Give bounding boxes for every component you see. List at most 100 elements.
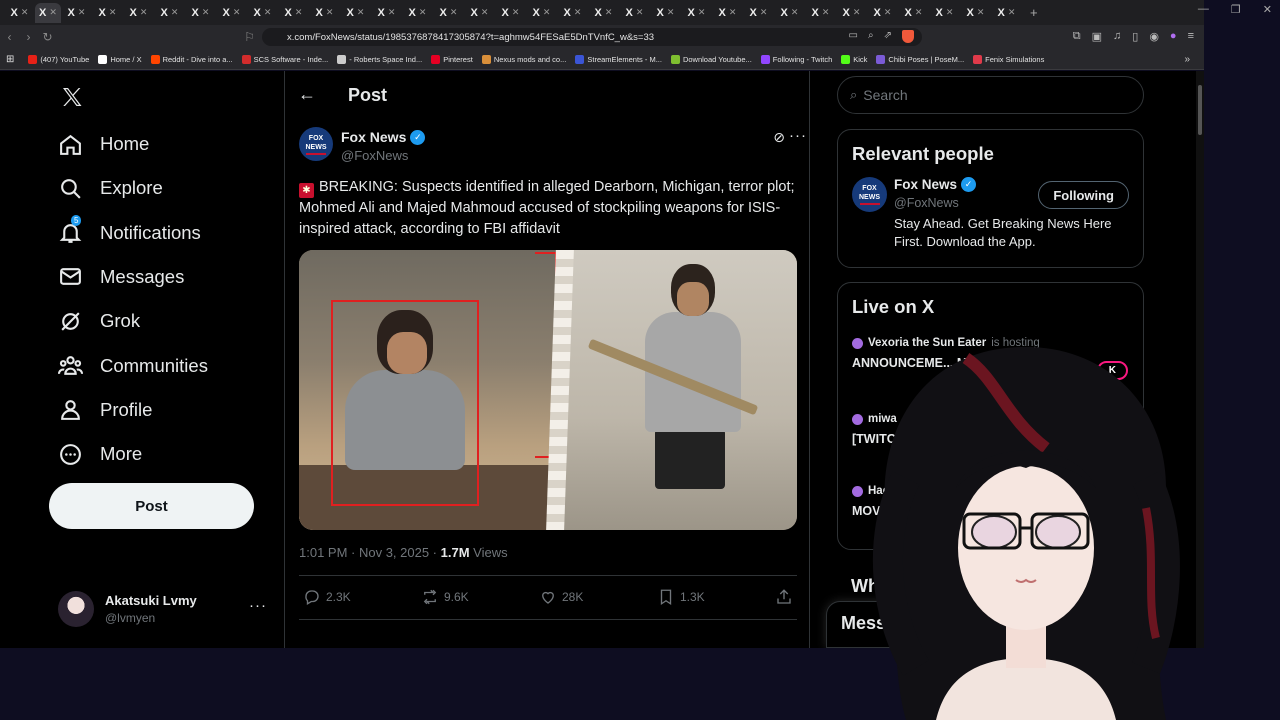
- browser-tab[interactable]: X ✕: [526, 3, 557, 23]
- tab-close-icon[interactable]: ✕: [109, 7, 117, 18]
- browser-tab[interactable]: X ✕: [464, 3, 495, 23]
- bookmark-item[interactable]: Home / X: [98, 54, 142, 64]
- tab-close-icon[interactable]: ✕: [326, 7, 334, 18]
- browser-tab[interactable]: X ✕: [4, 3, 35, 23]
- scrollbar-thumb[interactable]: [1198, 85, 1202, 135]
- url-field[interactable]: x.com/FoxNews/status/1985376878417305874…: [262, 28, 922, 46]
- browser-tab[interactable]: X ✕: [867, 3, 898, 23]
- tab-close-icon[interactable]: ✕: [481, 7, 489, 18]
- tab-close-icon[interactable]: ✕: [202, 7, 210, 18]
- browser-tab[interactable]: X ✕: [805, 3, 836, 23]
- browser-tab[interactable]: X ✕: [154, 3, 185, 23]
- share-icon[interactable]: ⇗: [884, 30, 892, 43]
- tab-close-icon[interactable]: ✕: [233, 7, 241, 18]
- browser-tab[interactable]: X ✕: [681, 3, 712, 23]
- browser-tab[interactable]: X ✕: [340, 3, 371, 23]
- sidebar-item-communities[interactable]: Communities: [58, 346, 208, 386]
- tab-close-icon[interactable]: ✕: [295, 7, 303, 18]
- sidebar-item-more[interactable]: More: [58, 434, 142, 474]
- bookmark-item[interactable]: Reddit - Dive into a...: [150, 54, 233, 64]
- fox-news-avatar[interactable]: FOX NEWS: [299, 127, 333, 161]
- account-switcher[interactable]: Akatsuki Lvmy @lvmyen ···: [58, 589, 273, 629]
- sidebar-item-home[interactable]: Home: [58, 124, 149, 164]
- post-media-image[interactable]: [299, 250, 797, 530]
- tab-close-icon[interactable]: ✕: [884, 7, 892, 18]
- relevant-person[interactable]: FOX NEWS Fox News ✓ @FoxNews Stay Ahead. …: [838, 165, 1143, 249]
- bookmark-item[interactable]: Pinterest: [431, 54, 473, 64]
- browser-tab[interactable]: X ✕: [495, 3, 526, 23]
- sidebar-item-profile[interactable]: Profile: [58, 390, 152, 430]
- brave-shield-icon[interactable]: [902, 30, 914, 43]
- like-button[interactable]: 28K: [539, 588, 583, 606]
- browser-tab[interactable]: X ✕: [61, 3, 92, 23]
- browser-tab[interactable]: X ✕: [247, 3, 278, 23]
- browser-tab[interactable]: X ✕: [278, 3, 309, 23]
- browser-tab[interactable]: X ✕: [216, 3, 247, 23]
- browser-tab[interactable]: X ✕: [929, 3, 960, 23]
- bookmark-item[interactable]: (407) YouTube: [28, 54, 89, 64]
- tab-close-icon[interactable]: ✕: [760, 7, 768, 18]
- bookmark-item[interactable]: Fenix Simulations: [973, 54, 1044, 64]
- new-tab-icon[interactable]: +: [1030, 5, 1038, 20]
- tab-close-icon[interactable]: ✕: [357, 7, 365, 18]
- sidebar-item-grok[interactable]: Grok: [58, 301, 140, 341]
- screenshot-icon[interactable]: ▣: [1092, 30, 1102, 43]
- bookmark-item[interactable]: Kick: [841, 54, 867, 64]
- cast-icon[interactable]: ▭: [849, 30, 858, 43]
- media-icon[interactable]: ♫: [1113, 30, 1121, 43]
- tab-close-icon[interactable]: ✕: [450, 7, 458, 18]
- vpn-icon[interactable]: ◉: [1149, 30, 1159, 43]
- tab-close-icon[interactable]: ✕: [946, 7, 954, 18]
- tab-close-icon[interactable]: ✕: [543, 7, 551, 18]
- maximize-icon[interactable]: ❐: [1231, 3, 1241, 16]
- bookmark-item[interactable]: SCS Software - Inde...: [241, 54, 328, 64]
- browser-tab[interactable]: X ✕: [619, 3, 650, 23]
- bookmark-button[interactable]: 1.3K: [657, 588, 705, 606]
- post-timestamp[interactable]: 1:01 PM · Nov 3, 2025 ·: [299, 545, 441, 560]
- bookmark-item[interactable]: Download Youtube...: [670, 54, 752, 64]
- back-nav-icon[interactable]: ‹: [0, 30, 19, 44]
- tab-close-icon[interactable]: ✕: [667, 7, 675, 18]
- tab-close-icon[interactable]: ✕: [729, 7, 737, 18]
- menu-icon[interactable]: ≡: [1188, 30, 1194, 43]
- zoom-icon[interactable]: ⌕: [868, 30, 874, 43]
- person-name[interactable]: Fox News ✓: [894, 177, 977, 192]
- browser-tab[interactable]: X ✕: [743, 3, 774, 23]
- browser-tab[interactable]: X ✕: [402, 3, 433, 23]
- fox-news-avatar[interactable]: FOX NEWS: [852, 177, 887, 212]
- tab-close-icon[interactable]: ✕: [140, 7, 148, 18]
- following-button[interactable]: Following: [1038, 181, 1129, 209]
- grok-explain-icon[interactable]: ⊘: [773, 129, 785, 146]
- bookmark-item[interactable]: - Roberts Space Ind...: [337, 54, 422, 64]
- tab-close-icon[interactable]: ✕: [264, 7, 272, 18]
- leo-icon[interactable]: ●: [1170, 30, 1177, 43]
- browser-tab[interactable]: X ✕: [774, 3, 805, 23]
- browser-tab[interactable]: X ✕: [960, 3, 991, 23]
- browser-tab[interactable]: X ✕: [588, 3, 619, 23]
- tab-close-icon[interactable]: ✕: [853, 7, 861, 18]
- tab-close-icon[interactable]: ✕: [605, 7, 613, 18]
- browser-tab[interactable]: X ✕: [92, 3, 123, 23]
- extensions-icon[interactable]: ⧉: [1073, 30, 1081, 43]
- tab-close-icon[interactable]: ✕: [512, 7, 520, 18]
- post-more-icon[interactable]: ···: [789, 127, 807, 144]
- browser-tab[interactable]: X ✕: [836, 3, 867, 23]
- repost-button[interactable]: 9.6K: [421, 588, 469, 606]
- close-window-icon[interactable]: ✕: [1263, 3, 1272, 16]
- browser-tab[interactable]: X ✕: [123, 3, 154, 23]
- tab-close-icon[interactable]: ✕: [171, 7, 179, 18]
- bookmark-item[interactable]: Following - Twitch: [760, 54, 832, 64]
- browser-tab[interactable]: X ✕: [371, 3, 402, 23]
- browser-tab[interactable]: X ✕: [433, 3, 464, 23]
- tab-close-icon[interactable]: ✕: [822, 7, 830, 18]
- tab-close-icon[interactable]: ✕: [49, 7, 57, 18]
- author-name[interactable]: Fox News ✓: [341, 129, 426, 145]
- account-more-icon[interactable]: ···: [249, 597, 267, 614]
- browser-tab[interactable]: X ✕: [309, 3, 340, 23]
- browser-tab[interactable]: X ✕: [650, 3, 681, 23]
- reload-icon[interactable]: ↻: [38, 30, 57, 44]
- bookmark-item[interactable]: StreamElements - M...: [575, 54, 662, 64]
- browser-tab[interactable]: X ✕: [712, 3, 743, 23]
- search-input[interactable]: ⌕ Search: [837, 76, 1144, 114]
- sidebar-item-explore[interactable]: Explore: [58, 168, 163, 208]
